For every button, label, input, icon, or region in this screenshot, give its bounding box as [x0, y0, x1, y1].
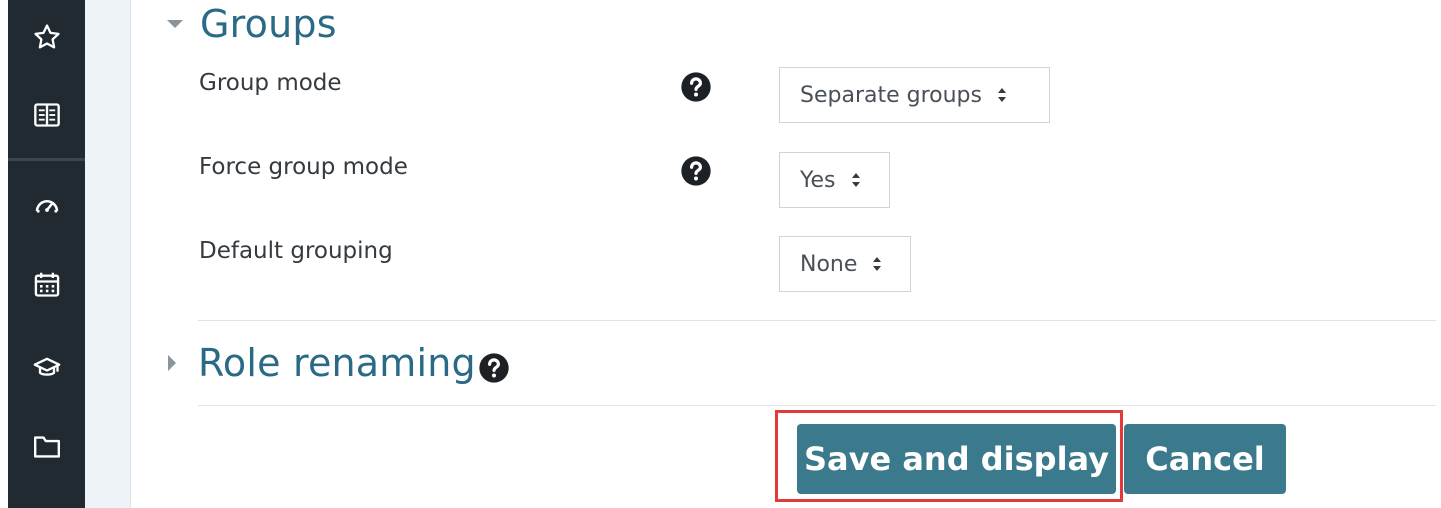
help-icon[interactable]: [680, 71, 712, 103]
caret-down-icon: [167, 20, 183, 28]
force-group-mode-select[interactable]: Yes: [779, 152, 890, 208]
force-group-mode-label: Force group mode: [199, 154, 408, 180]
calendar-icon: [34, 272, 59, 297]
cancel-button[interactable]: Cancel: [1124, 424, 1286, 494]
dashboard-icon: [35, 200, 58, 213]
nav-courses[interactable]: [8, 90, 85, 140]
select-arrows-icon: [851, 173, 860, 187]
star-icon: [33, 24, 60, 49]
section-divider: [198, 320, 1436, 321]
nav-my-courses[interactable]: [8, 342, 85, 392]
left-nav-drawer: [8, 0, 85, 508]
page: Groups Group mode Separate groups Force …: [0, 0, 1441, 508]
nav-starred[interactable]: [8, 12, 85, 62]
default-grouping-label: Default grouping: [199, 238, 393, 264]
force-group-mode-value: Yes: [800, 167, 836, 193]
group-mode-value: Separate groups: [800, 82, 982, 108]
nav-dashboard[interactable]: [8, 180, 85, 230]
folder-icon: [33, 436, 60, 458]
groups-section-header[interactable]: Groups: [166, 2, 337, 46]
caret-right-icon: [168, 355, 176, 371]
default-grouping-select[interactable]: None: [779, 236, 911, 292]
nav-calendar[interactable]: [8, 260, 85, 310]
help-icon[interactable]: [680, 155, 712, 187]
select-arrows-icon: [997, 88, 1006, 102]
gutter-border: [130, 0, 131, 508]
graduation-cap-icon: [33, 357, 60, 376]
group-mode-select[interactable]: Separate groups: [779, 67, 1050, 123]
group-mode-label: Group mode: [199, 70, 342, 96]
select-arrows-icon: [873, 257, 882, 271]
groups-section-title: Groups: [200, 2, 337, 46]
role-renaming-section-header[interactable]: Role renaming: [166, 340, 510, 386]
content-gutter: [85, 0, 130, 508]
section-divider: [198, 405, 1436, 406]
save-and-display-button[interactable]: Save and display: [797, 424, 1116, 494]
nav-divider: [8, 158, 85, 161]
help-icon[interactable]: [478, 352, 510, 384]
default-grouping-value: None: [800, 251, 858, 277]
role-renaming-section-title: Role renaming: [198, 341, 476, 385]
nav-files[interactable]: [8, 422, 85, 472]
book-icon: [33, 103, 60, 127]
